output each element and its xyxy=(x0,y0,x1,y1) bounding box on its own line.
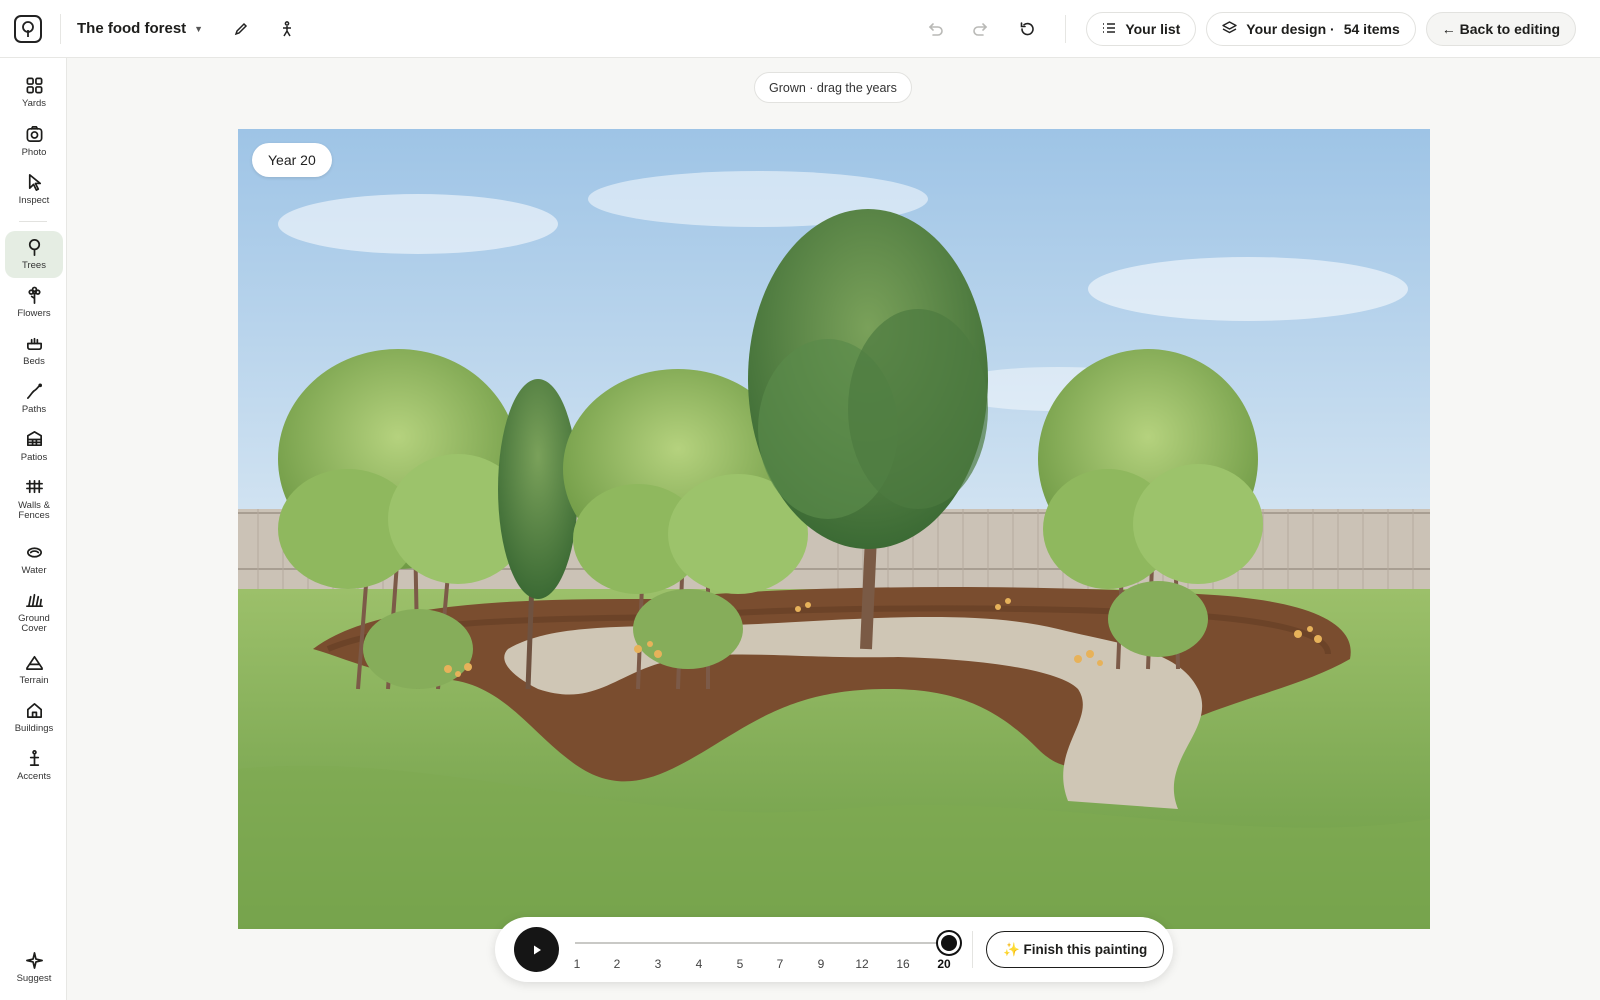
terrain-icon xyxy=(25,655,43,671)
sidebar-item-flowers[interactable]: Flowers xyxy=(5,284,63,328)
sidebar-item-buildings[interactable]: Buildings xyxy=(5,699,63,743)
sidebar-item-yards[interactable]: Yards xyxy=(5,74,63,118)
accent-icon xyxy=(29,750,39,767)
patio-icon xyxy=(26,431,42,447)
year-tick[interactable]: 2 xyxy=(614,957,621,971)
fence-icon xyxy=(25,479,43,494)
caret-down-icon: ▼ xyxy=(194,23,204,34)
year-tick[interactable]: 4 xyxy=(696,957,703,971)
camera-icon xyxy=(26,126,42,143)
grown-hint: Grown · drag the years xyxy=(754,72,912,103)
sidebar-item-label: Yards xyxy=(21,98,47,109)
sidebar-divider xyxy=(19,221,47,222)
your-list-button[interactable]: Your list xyxy=(1086,12,1197,46)
building-icon xyxy=(26,702,42,719)
finish-painting-button[interactable]: ✨ Finish this painting xyxy=(986,931,1165,968)
suggest-button[interactable]: Suggest xyxy=(5,949,63,993)
app-logo-icon[interactable] xyxy=(14,14,42,43)
sidebar-item-label: Terrain xyxy=(19,675,49,686)
person-icon[interactable] xyxy=(271,13,303,45)
list-icon xyxy=(1102,21,1116,37)
design-item-count: 54 items xyxy=(1343,21,1400,37)
your-design-label: Your design · xyxy=(1246,21,1335,37)
sparkle-icon xyxy=(25,952,43,969)
year-tick[interactable]: 9 xyxy=(818,957,825,971)
project-name: The food forest xyxy=(77,20,187,37)
year-badge: Year 20 xyxy=(252,143,332,177)
garden-painting: Year 20 xyxy=(238,129,1430,929)
project-selector[interactable]: The food forest ▼ xyxy=(77,20,203,37)
years-timeline: 1 2 3 4 5 7 9 12 16 20 ✨ Finish this pai… xyxy=(495,917,1173,982)
years-slider-track[interactable] xyxy=(575,942,949,944)
year-tick-selected[interactable]: 20 xyxy=(937,957,950,971)
your-design-button[interactable]: Your design · 54 items xyxy=(1206,12,1416,46)
water-icon xyxy=(26,547,42,558)
bed-icon xyxy=(26,337,42,351)
flower-icon xyxy=(27,286,41,304)
years-slider-fill xyxy=(575,942,949,944)
top-bar: The food forest ▼ Your list Your design … xyxy=(0,0,1600,58)
back-label: ← Back to editing xyxy=(1441,21,1560,37)
years-slider-thumb[interactable] xyxy=(938,932,960,954)
sidebar-item-label: Ground Cover xyxy=(18,613,50,634)
rename-pencil-icon[interactable] xyxy=(225,13,257,45)
sidebar-item-photo[interactable]: Photo xyxy=(5,123,63,167)
year-tick[interactable]: 5 xyxy=(737,957,744,971)
play-icon xyxy=(533,945,541,954)
divider xyxy=(1065,15,1067,43)
sidebar-item-label: Patios xyxy=(20,452,48,463)
sidebar-item-label: Flowers xyxy=(17,308,51,319)
yards-icon xyxy=(26,77,42,94)
year-ticks: 1 2 3 4 5 7 9 12 16 20 xyxy=(571,957,961,975)
sidebar-item-ground-cover[interactable]: Ground Cover xyxy=(5,589,63,643)
year-tick[interactable]: 1 xyxy=(574,957,581,971)
your-list-label: Your list xyxy=(1125,21,1181,37)
sidebar-item-label: Water xyxy=(21,565,47,576)
sidebar-item-beds[interactable]: Beds xyxy=(5,332,63,376)
reset-icon[interactable] xyxy=(1011,13,1043,45)
sidebar-item-label: Buildings xyxy=(14,723,54,734)
year-tick[interactable]: 3 xyxy=(655,957,662,971)
year-tick[interactable]: 16 xyxy=(896,957,909,971)
cursor-icon xyxy=(28,174,41,191)
sidebar-item-label: Paths xyxy=(21,404,47,415)
sidebar-item-accents[interactable]: Accents xyxy=(5,747,63,791)
redo-icon[interactable] xyxy=(965,13,997,45)
divider xyxy=(60,13,61,44)
sidebar-item-label: Photo xyxy=(21,147,47,158)
year-tick[interactable]: 12 xyxy=(855,957,868,971)
sidebar-item-label: Inspect xyxy=(18,195,50,206)
sidebar-item-inspect[interactable]: Inspect xyxy=(5,171,63,215)
suggest-label: Suggest xyxy=(16,973,52,984)
sidebar-item-label: Beds xyxy=(23,356,45,367)
path-icon xyxy=(26,383,42,400)
sidebar-item-terrain[interactable]: Terrain xyxy=(5,651,63,695)
sidebar-item-water[interactable]: Water xyxy=(5,541,63,585)
sidebar-item-patios[interactable]: Patios xyxy=(5,428,63,472)
sidebar-item-label: Accents xyxy=(17,771,51,782)
layers-icon xyxy=(1222,20,1237,38)
divider xyxy=(972,931,973,968)
undo-icon[interactable] xyxy=(919,13,951,45)
sidebar-item-paths[interactable]: Paths xyxy=(5,380,63,424)
sidebar-item-label: Walls & Fences xyxy=(18,500,50,521)
year-tick[interactable]: 7 xyxy=(777,957,784,971)
tree-icon xyxy=(28,239,40,256)
sidebar-item-label: Trees xyxy=(22,260,46,271)
ground-cover-icon xyxy=(25,593,43,608)
play-button[interactable] xyxy=(514,927,559,972)
garden-illustration xyxy=(238,129,1430,929)
back-to-editing-button[interactable]: ← Back to editing xyxy=(1425,12,1576,46)
tool-sidebar: Yards Photo Inspect Trees Flowers Beds P… xyxy=(0,58,67,1000)
sidebar-item-walls-fences[interactable]: Walls & Fences xyxy=(5,476,63,530)
sidebar-item-trees[interactable]: Trees xyxy=(5,231,63,278)
